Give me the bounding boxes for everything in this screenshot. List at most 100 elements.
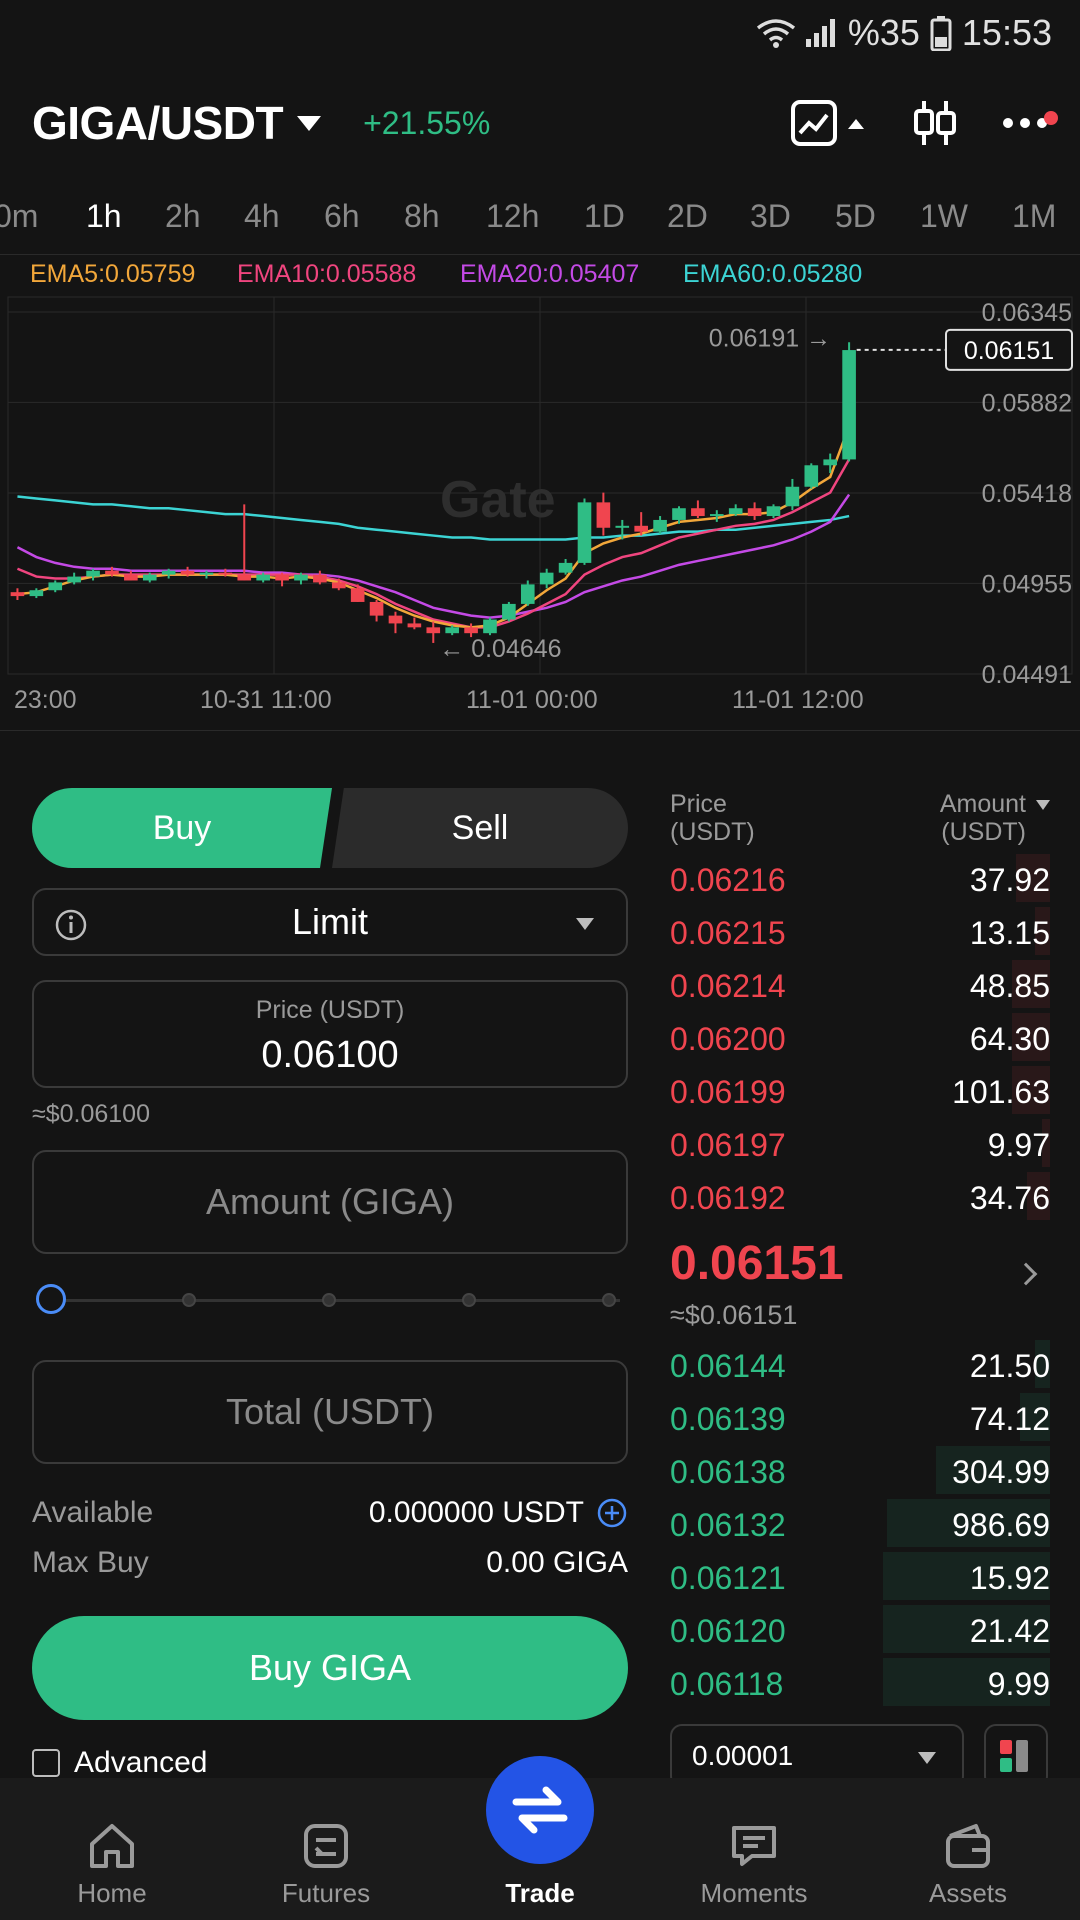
slider-step-50[interactable] [322,1293,336,1307]
tab-timeframe[interactable]: 5D [835,198,876,235]
bid-row[interactable]: 0.06120 21.42 [670,1605,1050,1655]
tab-timeframe[interactable]: 4h [244,198,280,235]
order-amount: 9.99 [987,1666,1050,1702]
tab-timeframe[interactable]: 6h [324,198,360,235]
chevron-down-icon [1036,800,1050,811]
nav-trade[interactable]: Trade [440,1812,640,1909]
chart-type-button[interactable] [790,99,868,147]
tab-timeframe[interactable]: 1h [86,198,122,235]
tab-timeframe[interactable]: 2D [667,198,708,235]
bid-row[interactable]: 0.06132 986.69 [670,1499,1050,1549]
order-price: 0.06197 [670,1127,786,1163]
order-amount: 64.30 [969,1021,1050,1057]
price-input-value[interactable]: 0.06100 [34,1034,626,1077]
order-amount: 304.99 [952,1454,1050,1490]
tab-timeframe[interactable]: 1W [920,198,968,235]
ema5-label: EMA5:0.05759 [30,260,196,288]
battery-icon [930,16,952,51]
order-amount: 48.85 [969,968,1050,1004]
slider-handle[interactable] [36,1284,66,1314]
ema10-line [16,458,851,629]
order-price: 0.06139 [670,1401,786,1437]
ask-row[interactable]: 0.06200 64.30 [670,1013,1050,1063]
status-bar: %35 15:53 [0,0,1080,66]
info-icon[interactable] [54,908,88,942]
candle-body [596,502,611,528]
amount-input[interactable]: Amount (GIGA) [32,1150,628,1254]
tab-timeframe[interactable]: 1D [584,198,625,235]
ask-row[interactable]: 0.06199 101.63 [670,1066,1050,1116]
candle-body [313,574,327,583]
order-price: 0.06121 [670,1560,786,1596]
nav-futures[interactable]: Futures [226,1812,426,1909]
tab-timeframe[interactable]: 0m [0,198,38,235]
candle-body [615,525,630,528]
bid-row[interactable]: 0.06144 21.50 [670,1340,1050,1390]
ask-row[interactable]: 0.06216 37.92 [670,854,1050,904]
buy-sell-toggle: Buy Sell [32,788,628,868]
candle-body [199,572,214,575]
order-type-select[interactable]: Limit [32,888,628,956]
price-input[interactable]: Price (USDT) 0.06100 [32,980,628,1088]
tab-timeframe[interactable]: 8h [404,198,440,235]
order-amount: 21.50 [969,1348,1050,1384]
bid-row[interactable]: 0.06139 74.12 [670,1393,1050,1443]
chevron-down-icon [918,1752,936,1764]
total-input[interactable]: Total (USDT) [32,1360,628,1464]
available-value: 0.000000 USDT [368,1496,584,1529]
x-tick-label: 23:00 [14,686,77,714]
nav-assets[interactable]: Assets [868,1812,1068,1909]
advanced-toggle[interactable]: Advanced [32,1746,207,1780]
ask-row[interactable]: 0.06197 9.97 [670,1119,1050,1169]
battery-percent: %35 [847,12,920,53]
candle-body [275,574,289,581]
ask-row[interactable]: 0.06192 34.76 [670,1172,1050,1222]
amount-slider[interactable] [36,1284,626,1316]
sell-tab[interactable]: Sell [332,788,628,868]
current-price-tag: 0.06151 [964,337,1054,365]
candle-body [426,627,441,634]
max-buy-label: Max Buy [32,1546,149,1579]
order-amount: 986.69 [952,1507,1050,1543]
order-amount: 101.63 [952,1074,1050,1110]
candle-body [520,584,535,604]
candlestick-chart[interactable]: 0.06345 0.05882 0.05418 0.04955 0.04491 Gate 0… [0,292,1080,712]
slider-step-100[interactable] [602,1293,616,1307]
max-buy-value: 0.00 GIGA [486,1546,628,1579]
ask-row[interactable]: 0.06215 13.15 [670,907,1050,957]
nav-home[interactable]: Home [12,1812,212,1909]
nav-label: Futures [281,1878,371,1908]
nav-moments[interactable]: Moments [654,1812,854,1909]
buy-giga-button[interactable]: Buy GIGA [32,1616,628,1720]
slider-step-25[interactable] [182,1293,196,1307]
order-price: 0.06200 [670,1021,786,1057]
tab-timeframe[interactable]: 2h [165,198,201,235]
pair-title[interactable]: GIGA/USDT [32,96,284,150]
chevron-right-icon[interactable] [1014,1262,1038,1286]
candle-body [766,506,781,517]
slider-step-75[interactable] [462,1293,476,1307]
last-price-usd: ≈$0.06151 [670,1300,798,1330]
candle-body [180,570,195,575]
bid-row[interactable]: 0.06118 9.99 [670,1658,1050,1708]
candle-body [256,574,270,581]
order-price: 0.06214 [670,968,786,1004]
buy-tab[interactable]: Buy [32,788,332,868]
advanced-checkbox[interactable] [32,1749,60,1777]
pair-dropdown-icon[interactable] [297,115,322,131]
home-icon [90,1824,134,1868]
order-amount: 34.76 [969,1180,1050,1216]
pair-header: GIGA/USDT +21.55% [0,78,1080,168]
candle-body [29,590,44,597]
bid-row[interactable]: 0.06121 15.92 [670,1552,1050,1602]
more-button[interactable] [1002,111,1058,129]
candlestick-button[interactable] [912,99,958,147]
tab-timeframe[interactable]: 1M [1012,198,1056,235]
tab-timeframe[interactable]: 3D [750,198,791,235]
bid-row[interactable]: 0.06138 304.99 [670,1446,1050,1496]
ask-row[interactable]: 0.06214 48.85 [670,960,1050,1010]
deposit-plus-icon[interactable] [596,1497,628,1529]
orderbook-amount-header[interactable]: Amount (USDT) [940,790,1050,846]
tab-timeframe[interactable]: 12h [486,198,539,235]
candle-body [577,502,592,563]
